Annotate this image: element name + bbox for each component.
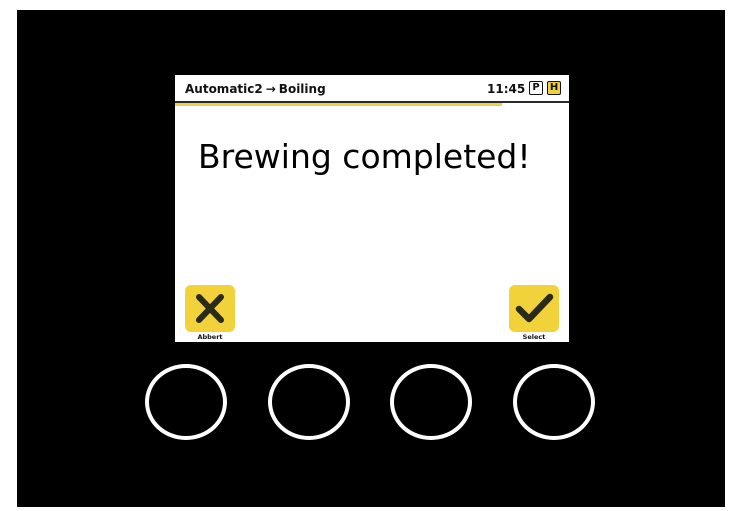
select-label: Select bbox=[522, 333, 546, 341]
badge-p: P bbox=[529, 81, 543, 95]
hardware-button-4[interactable] bbox=[513, 364, 595, 440]
badge-h: H bbox=[547, 81, 561, 95]
hardware-button-2[interactable] bbox=[268, 364, 350, 440]
abort-label: Abbert bbox=[197, 333, 223, 341]
status-message: Brewing completed! bbox=[198, 137, 531, 176]
status-bar: Automatic2 → Boiling 11:45 P H bbox=[175, 75, 569, 103]
arrow-right-icon: → bbox=[265, 82, 276, 96]
clock: 11:45 bbox=[487, 82, 526, 96]
abort-button[interactable] bbox=[185, 285, 235, 332]
step-name: Boiling bbox=[278, 82, 326, 96]
device-panel: Automatic2 → Boiling 11:45 P H Brewing com… bbox=[17, 10, 725, 507]
program-name: Automatic2 bbox=[185, 82, 263, 96]
close-icon bbox=[196, 294, 224, 323]
progress-bar bbox=[175, 103, 502, 106]
hardware-button-3[interactable] bbox=[390, 364, 472, 440]
select-button[interactable] bbox=[509, 285, 559, 332]
breadcrumb: Automatic2 → Boiling bbox=[185, 82, 326, 96]
hardware-button-1[interactable] bbox=[145, 364, 227, 440]
checkmark-icon bbox=[515, 293, 554, 323]
display-screen: Automatic2 → Boiling 11:45 P H Brewing com… bbox=[175, 75, 569, 342]
